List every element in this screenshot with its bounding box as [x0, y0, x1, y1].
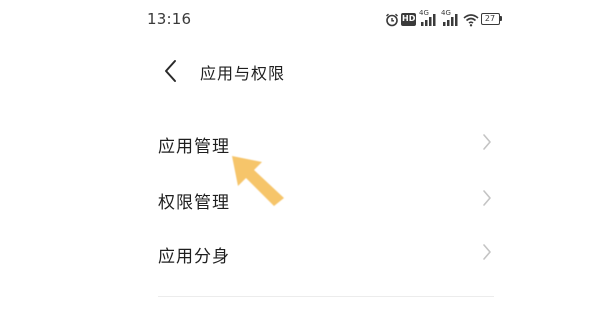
wifi-icon	[463, 12, 479, 27]
battery-level: 27	[484, 14, 496, 23]
chevron-right-icon	[483, 244, 491, 260]
page-title: 应用与权限	[200, 64, 286, 83]
menu-item-label: 权限管理	[158, 193, 230, 213]
menu-item-app-management[interactable]: 应用管理	[140, 118, 510, 166]
status-icons: HD 4G 4G 27	[385, 9, 503, 28]
hd-icon: HD	[401, 13, 416, 26]
chevron-right-icon	[483, 134, 491, 150]
alarm-icon	[385, 12, 399, 27]
hd-label: HD	[402, 14, 416, 23]
chevron-right-icon	[483, 190, 491, 206]
chevron-left-icon	[165, 60, 176, 82]
menu-item-app-clone[interactable]: 应用分身	[140, 228, 510, 276]
settings-screen: 13:16 HD 4G 4G 27 应用与权限 应用管理 权限管理 应用分身	[0, 0, 607, 324]
battery-icon: 27	[481, 13, 502, 25]
menu-item-label: 应用分身	[158, 247, 230, 267]
signal-4g-icon: 4G	[419, 9, 439, 28]
signal-4g-icon: 4G	[441, 9, 461, 28]
back-button[interactable]	[156, 56, 186, 86]
list-divider	[158, 296, 494, 297]
pointer-arrow-icon	[232, 156, 284, 206]
menu-item-label: 应用管理	[158, 137, 230, 157]
status-time: 13:16	[147, 10, 192, 28]
menu-item-permission-management[interactable]: 权限管理	[140, 174, 510, 222]
